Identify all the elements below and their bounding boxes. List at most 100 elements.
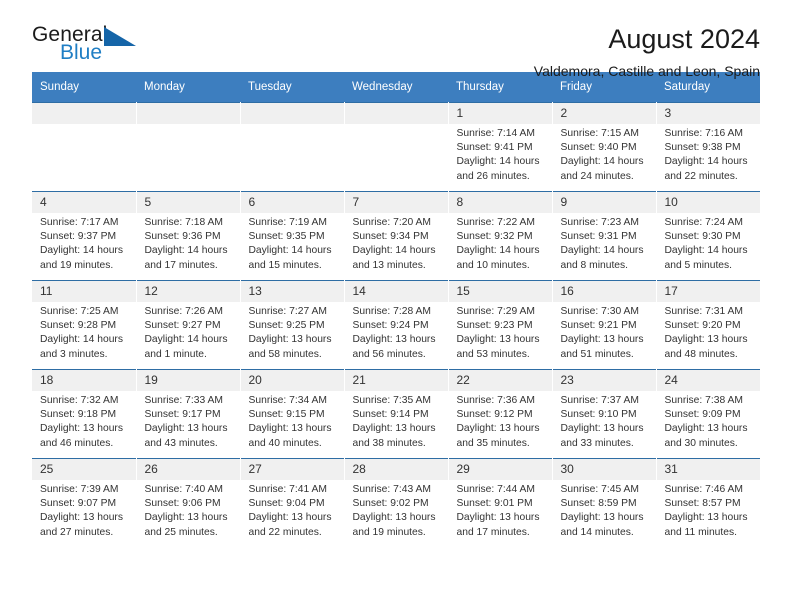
day-cell-empty	[344, 102, 449, 192]
day-cell[interactable]: 14 Sunrise: 7:28 AM Sunset: 9:24 PM Dayl…	[344, 280, 449, 370]
title-block: August 2024 Valdemora, Castille and Leon…	[534, 24, 760, 80]
sunrise-line: Sunrise: 7:20 AM	[352, 217, 431, 228]
day-cell[interactable]: 31 Sunrise: 7:46 AM Sunset: 8:57 PM Dayl…	[656, 458, 761, 547]
daylight-line: Daylight: 13 hours and 17 minutes.	[456, 512, 540, 538]
day-cell[interactable]: 18 Sunrise: 7:32 AM Sunset: 9:18 PM Dayl…	[32, 369, 137, 459]
day-cell[interactable]: 30 Sunrise: 7:45 AM Sunset: 8:59 PM Dayl…	[552, 458, 657, 547]
day-number: 8	[448, 192, 552, 213]
day-cell[interactable]: 28 Sunrise: 7:43 AM Sunset: 9:02 PM Dayl…	[344, 458, 449, 547]
daylight-line: Daylight: 13 hours and 27 minutes.	[40, 512, 123, 538]
daylight-line: Daylight: 13 hours and 30 minutes.	[664, 423, 748, 449]
sunset-line: Sunset: 9:25 PM	[248, 320, 325, 332]
day-cell[interactable]: 19 Sunrise: 7:33 AM Sunset: 9:17 PM Dayl…	[136, 369, 241, 459]
day-details: Sunrise: 7:24 AM Sunset: 9:30 PM Dayligh…	[657, 213, 761, 273]
sunset-line: Sunset: 9:24 PM	[352, 320, 429, 332]
sunset-line: Sunset: 9:21 PM	[560, 320, 637, 332]
day-number	[32, 103, 136, 124]
brand-logo[interactable]: General Blue	[32, 24, 152, 70]
day-cell[interactable]: 17 Sunrise: 7:31 AM Sunset: 9:20 PM Dayl…	[656, 280, 761, 370]
sunset-line: Sunset: 9:17 PM	[144, 409, 221, 421]
day-cell[interactable]: 3 Sunrise: 7:16 AM Sunset: 9:38 PM Dayli…	[656, 102, 760, 192]
calendar-week-row: 25 Sunrise: 7:39 AM Sunset: 9:07 PM Dayl…	[32, 458, 761, 547]
day-cell[interactable]: 10 Sunrise: 7:24 AM Sunset: 9:30 PM Dayl…	[656, 191, 761, 281]
sunrise-line: Sunrise: 7:38 AM	[664, 395, 743, 406]
day-cell[interactable]: 4 Sunrise: 7:17 AM Sunset: 9:37 PM Dayli…	[32, 191, 137, 281]
daylight-line: Daylight: 14 hours and 5 minutes.	[664, 245, 748, 271]
day-cell[interactable]: 25 Sunrise: 7:39 AM Sunset: 9:07 PM Dayl…	[32, 458, 137, 547]
sunrise-line: Sunrise: 7:23 AM	[560, 217, 639, 228]
day-details: Sunrise: 7:17 AM Sunset: 9:37 PM Dayligh…	[32, 213, 136, 273]
day-cell[interactable]: 5 Sunrise: 7:18 AM Sunset: 9:36 PM Dayli…	[136, 191, 241, 281]
sunset-line: Sunset: 9:32 PM	[456, 231, 533, 243]
day-details: Sunrise: 7:46 AM Sunset: 8:57 PM Dayligh…	[657, 480, 761, 540]
page-header: General Blue August 2024 Valdemora, Cast…	[32, 0, 760, 80]
daylight-line: Daylight: 14 hours and 13 minutes.	[352, 245, 436, 271]
calendar-week-row: 1 Sunrise: 7:14 AM Sunset: 9:41 PM Dayli…	[32, 102, 760, 192]
day-details: Sunrise: 7:31 AM Sunset: 9:20 PM Dayligh…	[657, 302, 761, 362]
day-cell[interactable]: 8 Sunrise: 7:22 AM Sunset: 9:32 PM Dayli…	[448, 191, 553, 281]
day-cell[interactable]: 13 Sunrise: 7:27 AM Sunset: 9:25 PM Dayl…	[240, 280, 345, 370]
day-cell[interactable]: 23 Sunrise: 7:37 AM Sunset: 9:10 PM Dayl…	[552, 369, 657, 459]
day-details: Sunrise: 7:26 AM Sunset: 9:27 PM Dayligh…	[137, 302, 240, 362]
sunset-line: Sunset: 8:59 PM	[560, 498, 637, 510]
day-cell[interactable]: 27 Sunrise: 7:41 AM Sunset: 9:04 PM Dayl…	[240, 458, 345, 547]
day-number: 30	[552, 459, 656, 480]
sunrise-line: Sunrise: 7:28 AM	[352, 306, 431, 317]
sunset-line: Sunset: 9:36 PM	[144, 231, 221, 243]
day-cell[interactable]: 1 Sunrise: 7:14 AM Sunset: 9:41 PM Dayli…	[448, 102, 553, 192]
sunrise-line: Sunrise: 7:31 AM	[664, 306, 743, 317]
day-cell[interactable]: 11 Sunrise: 7:25 AM Sunset: 9:28 PM Dayl…	[32, 280, 137, 370]
daylight-line: Daylight: 13 hours and 53 minutes.	[456, 334, 540, 360]
weekday-header-wednesday: Wednesday	[344, 72, 448, 103]
sunrise-line: Sunrise: 7:40 AM	[144, 484, 223, 495]
day-cell[interactable]: 24 Sunrise: 7:38 AM Sunset: 9:09 PM Dayl…	[656, 369, 760, 459]
page-subtitle: Valdemora, Castille and Leon, Spain	[533, 63, 760, 79]
day-cell[interactable]: 21 Sunrise: 7:35 AM Sunset: 9:14 PM Dayl…	[344, 369, 449, 459]
daylight-line: Daylight: 14 hours and 24 minutes.	[560, 156, 644, 182]
sunset-line: Sunset: 9:06 PM	[144, 498, 221, 510]
sunrise-line: Sunrise: 7:36 AM	[456, 395, 535, 406]
day-cell[interactable]: 20 Sunrise: 7:34 AM Sunset: 9:15 PM Dayl…	[240, 369, 345, 459]
day-cell[interactable]: 29 Sunrise: 7:44 AM Sunset: 9:01 PM Dayl…	[448, 458, 553, 547]
page-title: August 2024	[608, 24, 760, 54]
sunrise-line: Sunrise: 7:37 AM	[560, 395, 639, 406]
day-number	[344, 103, 448, 124]
sunrise-line: Sunrise: 7:18 AM	[144, 217, 223, 228]
daylight-line: Daylight: 13 hours and 14 minutes.	[560, 512, 644, 538]
daylight-line: Daylight: 13 hours and 48 minutes.	[664, 334, 748, 360]
sunrise-line: Sunrise: 7:44 AM	[456, 484, 535, 495]
day-cell[interactable]: 12 Sunrise: 7:26 AM Sunset: 9:27 PM Dayl…	[136, 280, 241, 370]
day-cell[interactable]: 7 Sunrise: 7:20 AM Sunset: 9:34 PM Dayli…	[344, 191, 449, 281]
day-cell[interactable]: 9 Sunrise: 7:23 AM Sunset: 9:31 PM Dayli…	[552, 191, 657, 281]
sunrise-line: Sunrise: 7:30 AM	[560, 306, 639, 317]
daylight-line: Daylight: 14 hours and 17 minutes.	[144, 245, 228, 271]
day-number: 17	[656, 281, 760, 302]
sunset-line: Sunset: 9:30 PM	[664, 231, 741, 243]
day-cell[interactable]: 22 Sunrise: 7:36 AM Sunset: 9:12 PM Dayl…	[448, 369, 553, 459]
day-number: 25	[32, 459, 136, 480]
day-cell[interactable]: 26 Sunrise: 7:40 AM Sunset: 9:06 PM Dayl…	[136, 458, 241, 547]
sunrise-line: Sunrise: 7:43 AM	[352, 484, 431, 495]
weekday-header-monday: Monday	[136, 72, 240, 103]
day-number: 2	[552, 103, 656, 124]
sunset-line: Sunset: 9:07 PM	[40, 498, 117, 510]
day-number: 24	[656, 370, 760, 391]
day-number: 10	[656, 192, 760, 213]
sunset-line: Sunset: 9:31 PM	[560, 231, 637, 243]
day-number: 20	[240, 370, 344, 391]
sunset-line: Sunset: 9:23 PM	[456, 320, 533, 332]
day-number: 19	[136, 370, 240, 391]
day-details: Sunrise: 7:23 AM Sunset: 9:31 PM Dayligh…	[553, 213, 656, 273]
daylight-line: Daylight: 14 hours and 15 minutes.	[248, 245, 332, 271]
sunrise-line: Sunrise: 7:22 AM	[456, 217, 535, 228]
sunset-line: Sunset: 9:01 PM	[456, 498, 533, 510]
sunset-line: Sunset: 9:18 PM	[40, 409, 117, 421]
day-details: Sunrise: 7:39 AM Sunset: 9:07 PM Dayligh…	[32, 480, 136, 540]
day-number: 28	[344, 459, 448, 480]
day-cell[interactable]: 2 Sunrise: 7:15 AM Sunset: 9:40 PM Dayli…	[552, 102, 657, 192]
day-cell[interactable]: 6 Sunrise: 7:19 AM Sunset: 9:35 PM Dayli…	[240, 191, 345, 281]
day-cell[interactable]: 16 Sunrise: 7:30 AM Sunset: 9:21 PM Dayl…	[552, 280, 657, 370]
day-details: Sunrise: 7:14 AM Sunset: 9:41 PM Dayligh…	[449, 124, 552, 184]
day-number: 14	[344, 281, 448, 302]
day-cell[interactable]: 15 Sunrise: 7:29 AM Sunset: 9:23 PM Dayl…	[448, 280, 553, 370]
